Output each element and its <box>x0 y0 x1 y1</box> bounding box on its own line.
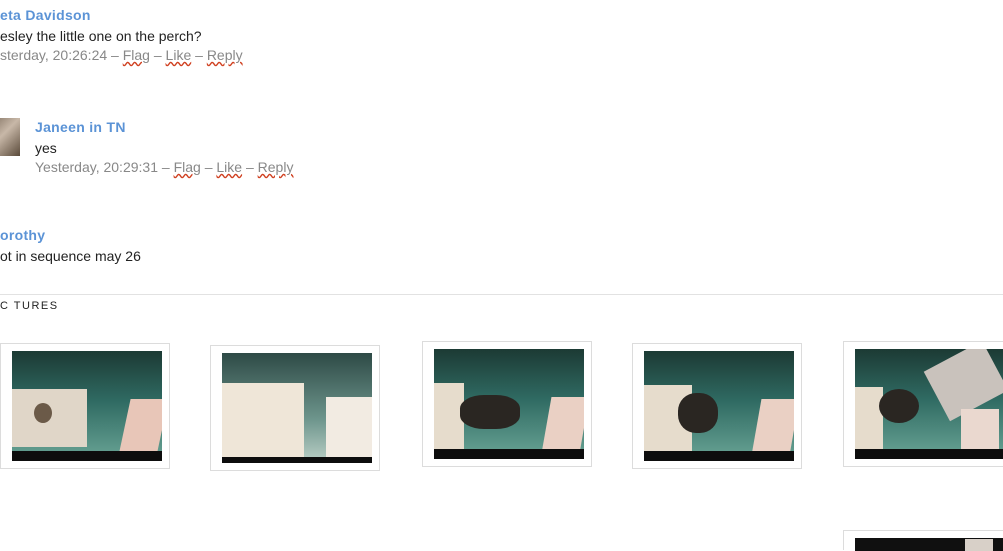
comment-author[interactable]: orothy <box>0 227 141 243</box>
comment-2: Janeen in TN yes Yesterday, 20:29:31 – F… <box>35 119 293 175</box>
like-link[interactable]: Like <box>216 159 242 175</box>
comment-text: yes <box>35 140 57 156</box>
comment-meta: Yesterday, 20:29:31 – Flag – Like – Repl… <box>35 159 293 175</box>
meta-separator: – <box>200 159 217 175</box>
webcam-snapshot-image <box>855 538 1003 551</box>
webcam-snapshot-image <box>434 349 584 459</box>
meta-separator: – <box>242 159 258 175</box>
picture-thumbnail[interactable] <box>843 530 1003 551</box>
reply-link[interactable]: Reply <box>258 159 294 175</box>
flag-link[interactable]: Flag <box>174 159 201 175</box>
flag-link[interactable]: Flag <box>123 47 150 63</box>
comment-author[interactable]: eta Davidson <box>0 7 243 23</box>
picture-thumbnail[interactable] <box>0 343 170 469</box>
webcam-snapshot-image <box>855 349 1003 459</box>
comment-text: ot in sequence may 26 <box>0 248 141 264</box>
section-divider <box>0 294 1003 295</box>
picture-thumbnail[interactable] <box>210 345 380 471</box>
pictures-section-title: C TURES <box>0 300 59 312</box>
picture-thumbnail[interactable] <box>422 341 592 467</box>
comment-1: eta Davidson esley the little one on the… <box>0 7 243 63</box>
meta-separator: – <box>149 47 166 63</box>
webcam-snapshot-image <box>12 351 162 461</box>
comment-time: Yesterday, 20:29:31 <box>35 159 158 175</box>
webcam-snapshot-image <box>222 353 372 463</box>
webcam-snapshot-image <box>644 351 794 461</box>
comment-text: esley the little one on the perch? <box>0 28 202 44</box>
picture-thumbnail[interactable] <box>632 343 802 469</box>
meta-separator: – <box>158 159 174 175</box>
comment-3: orothy ot in sequence may 26 <box>0 227 141 264</box>
comment-author[interactable]: Janeen in TN <box>35 119 293 135</box>
comment-time: sterday, 20:26:24 <box>0 47 108 63</box>
reply-link[interactable]: Reply <box>207 47 243 63</box>
picture-thumbnail[interactable] <box>843 341 1003 467</box>
meta-separator: – <box>191 47 207 63</box>
meta-separator: – <box>107 47 123 63</box>
avatar[interactable] <box>0 118 20 156</box>
like-link[interactable]: Like <box>166 47 192 63</box>
comment-meta: sterday, 20:26:24 – Flag – Like – Reply <box>0 47 243 63</box>
